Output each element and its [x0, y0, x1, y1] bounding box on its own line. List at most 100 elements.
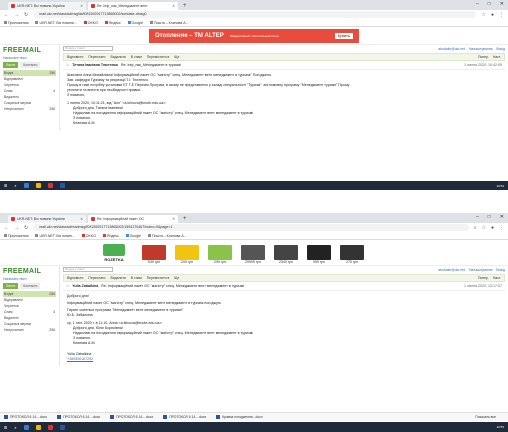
freemail-logo[interactable]: FREEMAIL	[3, 47, 56, 54]
rozetka-ad[interactable]: ROZETKA	[92, 242, 136, 264]
minimize-icon[interactable]: –	[476, 1, 479, 7]
product-card[interactable]: 29999 грн	[238, 242, 268, 264]
logout-link[interactable]: Вихід	[496, 47, 505, 51]
settings-link[interactable]: Налаштування	[469, 47, 492, 51]
reload-icon[interactable]: ↻	[24, 225, 28, 231]
tab-letters[interactable]: Листи	[3, 62, 19, 68]
forward-button[interactable]: Переслати	[88, 55, 105, 59]
forward-icon[interactable]: →	[14, 225, 19, 231]
delete-button[interactable]: Видалити	[110, 276, 125, 280]
browser-tab[interactable]: UKR.NET: Всі новини України ✕	[8, 215, 86, 223]
sidebar-folder[interactable]: Непрочитані 256	[3, 327, 56, 333]
settings-link[interactable]: Налаштування	[469, 268, 492, 272]
profile-icon[interactable]: ●	[491, 12, 494, 18]
url-field[interactable]: mail.ukr.net/classic#readmsg/f0/t1592917…	[33, 224, 469, 231]
bookmark-item[interactable]: UKR.NET: Всі новин...	[35, 234, 75, 238]
browser-tab[interactable]: UKR.NET: Всі новини України ✕	[8, 2, 86, 10]
bookmark-item[interactable]: OKKO	[81, 234, 96, 238]
close-icon[interactable]: ✕	[169, 217, 175, 221]
product-card[interactable]: 539 грн	[139, 242, 169, 264]
signature-phone[interactable]: +380506167292	[67, 357, 501, 362]
more-button[interactable]: Ще	[174, 55, 179, 59]
star-icon[interactable]: ☆	[66, 284, 69, 288]
logout-link[interactable]: Вихід	[496, 268, 505, 272]
reload-icon[interactable]: ↻	[24, 12, 28, 18]
download-item[interactable]: Кравча погодження...docx	[216, 415, 263, 419]
back-icon[interactable]: ←	[4, 225, 9, 231]
profile-icon[interactable]: ●	[491, 225, 494, 231]
freemail-logo[interactable]: FREEMAIL	[3, 268, 56, 275]
more-button[interactable]: Ще	[174, 276, 179, 280]
product-card[interactable]: 299 грн	[205, 242, 235, 264]
bookmark-item[interactable]: OKKO	[83, 21, 98, 25]
app-icon[interactable]	[47, 183, 53, 188]
product-card[interactable]: 999 грн	[304, 242, 334, 264]
tab-contacts[interactable]: Контакти	[20, 62, 41, 68]
download-item[interactable]: ПРОТОКОЛ 6 14....docx	[57, 415, 100, 419]
bookmark-item[interactable]: Пошта – Клинова А...	[149, 21, 189, 25]
search-input[interactable]: Пошук у пошті	[63, 46, 113, 51]
bookmark-item[interactable]: Приложения	[4, 234, 28, 238]
search-icon[interactable]: ⌕	[14, 425, 16, 430]
sidebar-folder[interactable]: Непрочитані 256	[3, 106, 56, 112]
spam-button[interactable]: В спам	[131, 276, 142, 280]
forward-icon[interactable]: →	[14, 12, 19, 18]
product-card[interactable]: 209 грн	[172, 242, 202, 264]
phone-link[interactable]: +380506167292	[67, 357, 93, 361]
app-icon[interactable]	[23, 183, 29, 188]
search-icon[interactable]: ⌕	[474, 225, 477, 231]
tab-letters[interactable]: Листи	[3, 283, 19, 289]
sender-name[interactable]: Тетяна Іванівна Тюхтенко	[72, 63, 118, 67]
close-icon[interactable]: ✕	[77, 4, 83, 8]
word-icon[interactable]	[59, 424, 65, 430]
bookmark-item[interactable]: Google	[125, 234, 141, 238]
next-button[interactable]: Наст.	[493, 276, 501, 280]
spam-button[interactable]: В спам	[131, 55, 142, 59]
download-item[interactable]: ПРОТОКОЛ 6 14....docx	[4, 415, 47, 419]
user-email[interactable]: abubakir@ukr.net	[438, 47, 465, 51]
next-button[interactable]: Наст.	[493, 55, 501, 59]
search-icon[interactable]: ⌕	[14, 183, 16, 188]
prev-button[interactable]: Попер.	[478, 276, 489, 280]
menu-icon[interactable]: ⋮	[499, 225, 504, 231]
delete-button[interactable]: Видалити	[110, 55, 125, 59]
star-icon[interactable]: ☆	[481, 225, 485, 231]
bookmark-item[interactable]: UKR.NET: Всі новини...	[35, 21, 77, 25]
move-button[interactable]: Перемістити в	[147, 276, 170, 280]
word-icon[interactable]	[59, 183, 65, 188]
close-icon[interactable]: ✕	[77, 217, 83, 221]
back-icon[interactable]: ←	[4, 12, 9, 18]
reply-button[interactable]: Відповісти	[67, 276, 83, 280]
ad-button[interactable]: Купить	[334, 32, 353, 39]
bookmark-item[interactable]: Яндекс	[102, 234, 119, 238]
tab-contacts[interactable]: Контакти	[20, 283, 41, 289]
reply-button[interactable]: Відповісти	[67, 55, 83, 59]
browser-tab-active[interactable]: Re: Інф_пак_Менеджмент вент ✕	[88, 2, 178, 10]
browser-tab-active[interactable]: Re: Інформаційний пакет ОС ✕	[88, 215, 178, 223]
app-icon[interactable]	[35, 183, 41, 188]
maximize-icon[interactable]: □	[488, 1, 491, 7]
show-all-button[interactable]: Показать все	[475, 415, 508, 419]
close-icon[interactable]: ✕	[169, 4, 175, 8]
product-card[interactable]: 275 грн	[337, 242, 367, 264]
move-button[interactable]: Перемістити в	[147, 55, 170, 59]
download-item[interactable]: ПРОТОКОЛ 6 14....docx	[110, 415, 153, 419]
ad-box[interactable]: Отопление – ТМ ALTEP Эффективный отопите…	[149, 28, 359, 43]
compose-button[interactable]: Написати лист	[3, 56, 56, 60]
bookmark-item[interactable]: Приложения	[4, 21, 28, 25]
star-icon[interactable]: ☆	[66, 63, 69, 67]
close-window-icon[interactable]: ✕	[500, 1, 504, 7]
ad-banner[interactable]: Отопление – ТМ ALTEP Эффективный отопите…	[0, 27, 508, 45]
minimize-icon[interactable]: –	[476, 214, 479, 220]
windows-icon[interactable]: ⊞	[4, 183, 7, 188]
windows-icon[interactable]: ⊞	[4, 425, 7, 430]
new-tab-button[interactable]: +	[180, 2, 190, 10]
sender-name[interactable]: Yulia Zabalkina	[72, 284, 98, 288]
compose-button[interactable]: Написати лист	[3, 277, 56, 281]
maximize-icon[interactable]: □	[488, 214, 491, 220]
new-tab-button[interactable]: +	[180, 215, 190, 223]
forward-button[interactable]: Переслати	[88, 276, 105, 280]
user-email[interactable]: abubakir@ukr.net	[438, 268, 465, 272]
search-input[interactable]: Пошук у пошті	[63, 267, 113, 272]
app-icon[interactable]	[35, 424, 41, 430]
